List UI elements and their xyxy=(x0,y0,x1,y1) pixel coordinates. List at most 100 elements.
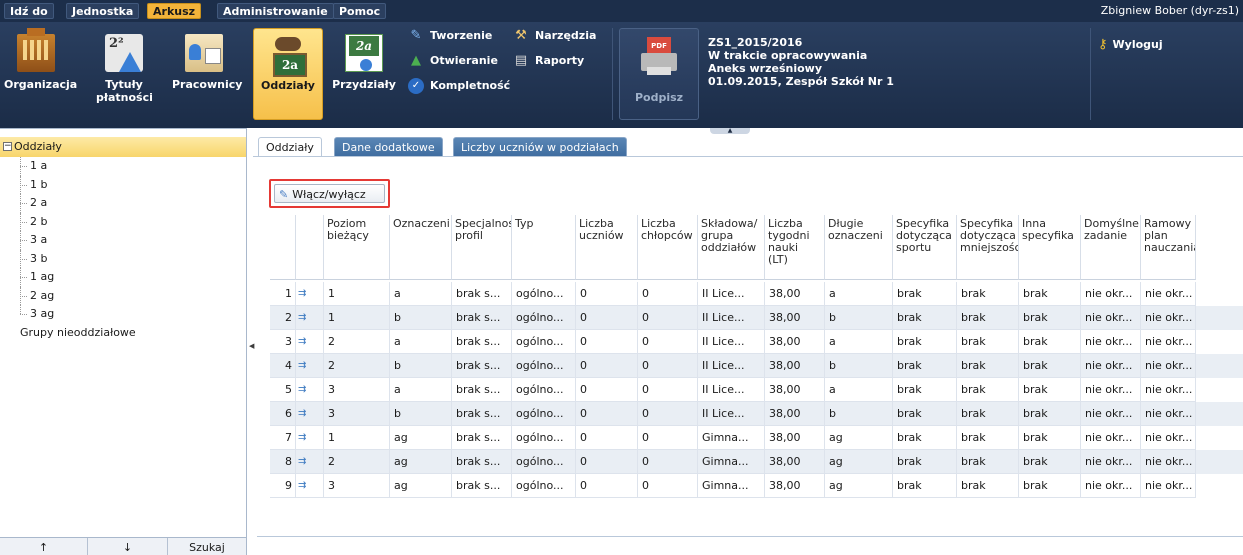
table-cell[interactable]: nie okr... xyxy=(1141,282,1196,306)
column-header[interactable]: Domyślne zadanie xyxy=(1081,215,1141,280)
table-cell[interactable]: nie okr... xyxy=(1081,306,1141,330)
table-cell[interactable]: ag xyxy=(390,450,452,474)
table-cell[interactable]: brak xyxy=(957,378,1019,402)
table-cell[interactable]: nie okr... xyxy=(1141,402,1196,426)
tree-item[interactable]: 1 ag xyxy=(0,268,246,287)
table-cell[interactable]: 3 xyxy=(324,474,390,498)
table-cell[interactable]: brak xyxy=(957,354,1019,378)
table-cell[interactable]: ogólno... xyxy=(512,282,576,306)
table-cell[interactable]: 0 xyxy=(638,330,698,354)
menu-pomoc[interactable]: Pomoc xyxy=(333,3,387,19)
table-cell[interactable]: brak xyxy=(957,426,1019,450)
table-cell[interactable]: 0 xyxy=(638,402,698,426)
table-cell[interactable]: brak xyxy=(1019,450,1081,474)
table-cell[interactable]: 0 xyxy=(576,450,638,474)
table-cell[interactable]: II Lice... xyxy=(698,306,765,330)
table-cell[interactable]: Gimna... xyxy=(698,474,765,498)
table-cell[interactable]: b xyxy=(825,306,893,330)
table-cell[interactable]: brak xyxy=(957,402,1019,426)
table-cell[interactable]: 38,00 xyxy=(765,402,825,426)
table-row[interactable]: 8 ⇉ 2 ag brak s... ogólno... 0 0 Gimna... 38,00 ag… xyxy=(270,450,1243,474)
table-cell[interactable]: brak xyxy=(893,402,957,426)
table-cell[interactable]: 0 xyxy=(576,354,638,378)
table-row[interactable]: 4 ⇉ 2 b brak s... ogólno... 0 0 II Lice... 38,00 b… xyxy=(270,354,1243,378)
table-cell[interactable]: ag xyxy=(390,426,452,450)
table-cell[interactable]: ogólno... xyxy=(512,426,576,450)
row-details-icon[interactable]: ⇉ xyxy=(296,354,324,378)
table-cell[interactable]: nie okr... xyxy=(1081,354,1141,378)
row-details-icon[interactable]: ⇉ xyxy=(296,378,324,402)
table-cell[interactable]: brak xyxy=(1019,330,1081,354)
table-cell[interactable]: II Lice... xyxy=(698,402,765,426)
menu-jednostka[interactable]: Jednostka xyxy=(66,3,140,19)
column-header[interactable]: Specyfika dotycząca mniejszośc xyxy=(957,215,1019,280)
table-cell[interactable]: brak xyxy=(957,474,1019,498)
oddzialy-button[interactable]: Oddziały xyxy=(253,28,323,120)
table-cell[interactable]: 0 xyxy=(638,474,698,498)
column-header[interactable]: Liczba chłopców xyxy=(638,215,698,280)
table-cell[interactable]: nie okr... xyxy=(1141,426,1196,450)
column-header[interactable]: Poziom bieżący xyxy=(324,215,390,280)
menu-arkusz[interactable]: Arkusz xyxy=(147,3,202,19)
column-header[interactable]: Składowa/grupa oddziałów xyxy=(698,215,765,280)
tree-item[interactable]: 2 b xyxy=(0,212,246,232)
row-details-icon[interactable]: ⇉ xyxy=(296,426,324,450)
table-cell[interactable]: 38,00 xyxy=(765,378,825,402)
table-cell[interactable]: brak s... xyxy=(452,330,512,354)
table-cell[interactable]: 38,00 xyxy=(765,426,825,450)
organizacja-button[interactable]: Organizacja xyxy=(4,28,77,120)
table-cell[interactable]: ogólno... xyxy=(512,354,576,378)
table-cell[interactable]: II Lice... xyxy=(698,330,765,354)
table-cell[interactable]: ogólno... xyxy=(512,306,576,330)
table-cell[interactable]: Gimna... xyxy=(698,450,765,474)
table-cell[interactable]: nie okr... xyxy=(1141,450,1196,474)
table-cell[interactable]: brak xyxy=(1019,354,1081,378)
table-cell[interactable]: 0 xyxy=(638,282,698,306)
table-cell[interactable]: brak s... xyxy=(452,306,512,330)
table-cell[interactable]: brak xyxy=(957,282,1019,306)
kompletnosc-button[interactable]: ✓ Kompletność xyxy=(408,75,510,97)
table-cell[interactable]: brak s... xyxy=(452,378,512,402)
move-up-button[interactable]: ↑ xyxy=(0,538,88,555)
table-cell[interactable]: brak s... xyxy=(452,282,512,306)
przydzialy-button[interactable]: Przydziały xyxy=(332,28,396,120)
table-cell[interactable]: b xyxy=(390,306,452,330)
table-cell[interactable]: ag xyxy=(390,474,452,498)
column-header[interactable]: Oznaczeni xyxy=(390,215,452,280)
table-cell[interactable]: a xyxy=(390,282,452,306)
table-cell[interactable]: 38,00 xyxy=(765,354,825,378)
table-cell[interactable]: a xyxy=(390,378,452,402)
table-cell[interactable]: 38,00 xyxy=(765,330,825,354)
table-row[interactable]: 6 ⇉ 3 b brak s... ogólno... 0 0 II Lice... 38,00 b… xyxy=(270,402,1243,426)
table-cell[interactable]: 38,00 xyxy=(765,306,825,330)
table-cell[interactable]: nie okr... xyxy=(1081,378,1141,402)
table-cell[interactable]: brak xyxy=(893,426,957,450)
tab-liczby-uczniow[interactable]: Liczby uczniów w podziałach xyxy=(453,137,627,157)
table-row[interactable]: 1 ⇉ 1 a brak s... ogólno... 0 0 II Lice... 38,00 a… xyxy=(270,282,1243,306)
table-row[interactable]: 9 ⇉ 3 ag brak s... ogólno... 0 0 Gimna... 38,00 ag… xyxy=(270,474,1243,498)
table-cell[interactable]: ogólno... xyxy=(512,378,576,402)
table-cell[interactable]: b xyxy=(825,354,893,378)
table-cell[interactable]: 1 xyxy=(324,282,390,306)
table-cell[interactable]: 38,00 xyxy=(765,474,825,498)
table-cell[interactable]: nie okr... xyxy=(1081,450,1141,474)
table-cell[interactable]: 0 xyxy=(638,354,698,378)
row-details-icon[interactable]: ⇉ xyxy=(296,402,324,426)
tree-item-grupy[interactable]: Grupy nieoddziałowe xyxy=(0,324,246,342)
table-cell[interactable]: 0 xyxy=(576,282,638,306)
table-cell[interactable]: ogólno... xyxy=(512,402,576,426)
table-cell[interactable]: II Lice... xyxy=(698,282,765,306)
table-cell[interactable]: a xyxy=(825,282,893,306)
table-cell[interactable]: nie okr... xyxy=(1081,402,1141,426)
table-row[interactable]: 5 ⇉ 3 a brak s... ogólno... 0 0 II Lice... 38,00 a… xyxy=(270,378,1243,402)
table-cell[interactable]: brak xyxy=(893,354,957,378)
table-cell[interactable]: brak xyxy=(957,450,1019,474)
tree-item[interactable]: 2 a xyxy=(0,194,246,213)
table-cell[interactable]: brak xyxy=(957,330,1019,354)
row-details-icon[interactable]: ⇉ xyxy=(296,474,324,498)
table-cell[interactable]: b xyxy=(390,402,452,426)
table-cell[interactable]: 38,00 xyxy=(765,282,825,306)
table-cell[interactable]: a xyxy=(825,330,893,354)
table-cell[interactable]: ag xyxy=(825,450,893,474)
table-row[interactable]: 7 ⇉ 1 ag brak s... ogólno... 0 0 Gimna... 38,00 ag… xyxy=(270,426,1243,450)
